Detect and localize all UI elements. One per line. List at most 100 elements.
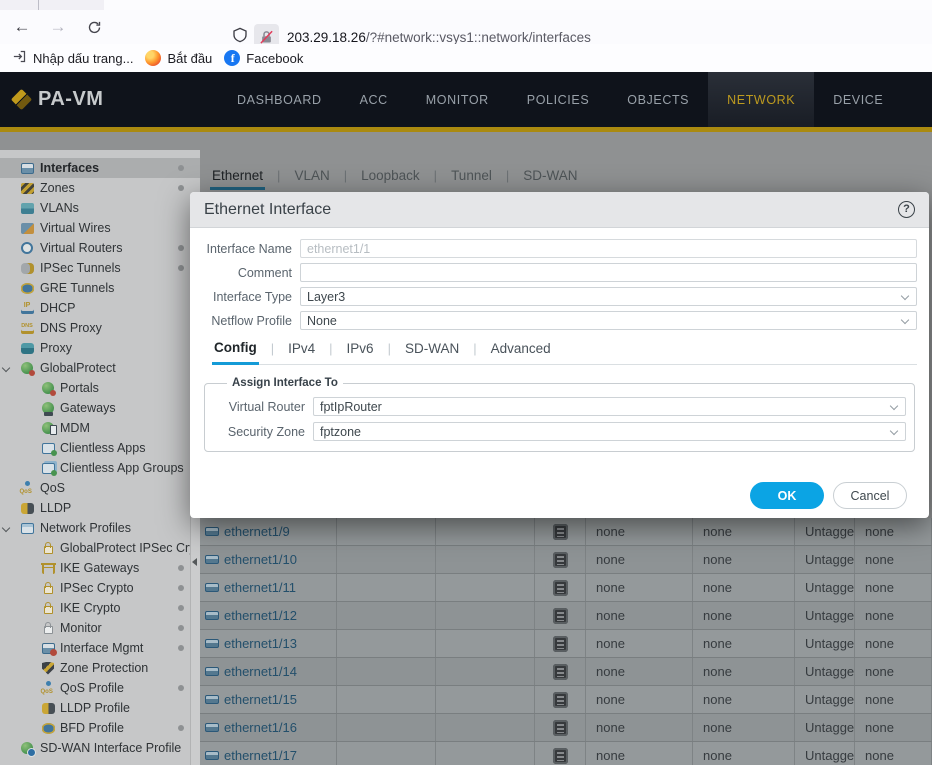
sidebar-item-gre-tunnels[interactable]: GRE Tunnels [0,278,200,298]
sidebar-item-interfaces[interactable]: Interfaces [0,158,200,178]
table-row[interactable]: ethernet1/14nonenoneUntaggednone [200,658,932,686]
sidebar-item-bfd-profile[interactable]: BFD Profile [0,718,200,738]
sidebar-item-ipsec-tunnels[interactable]: IPSec Tunnels [0,258,200,278]
dialog-tab-config[interactable]: Config [212,340,259,365]
collapse-arrow-icon[interactable] [192,558,197,566]
nav-objects[interactable]: OBJECTS [608,72,708,127]
bookmark-b-t-u[interactable]: Bắt đầu [145,50,212,66]
sidebar-item-portals[interactable]: Portals [0,378,200,398]
interface-status-icon[interactable] [553,748,568,764]
sidebar-item-ike-gateways[interactable]: IKE Gateways [0,558,200,578]
content-tabs: Ethernet|VLAN|Loopback|Tunnel|SD-WAN [210,162,579,188]
sidebar-item-interface-mgmt[interactable]: Interface Mgmt [0,638,200,658]
sidebar-item-mdm[interactable]: MDM [0,418,200,438]
nav-monitor[interactable]: MONITOR [407,72,508,127]
sidebar-item-globalprotect[interactable]: GlobalProtect [0,358,200,378]
forward-icon[interactable]: → [44,14,72,40]
sidebar-item-dhcp[interactable]: DHCP [0,298,200,318]
interface-link[interactable]: ethernet1/16 [224,720,297,735]
tab-vlan[interactable]: VLAN [292,168,331,183]
interface-type-select[interactable]: Layer3 [300,287,917,306]
interface-link[interactable]: ethernet1/10 [224,552,297,567]
sidebar-item-network-profiles[interactable]: Network Profiles [0,518,200,538]
interface-status-icon[interactable] [553,580,568,596]
sidebar-item-dns-proxy[interactable]: DNS Proxy [0,318,200,338]
sidebar-item-clientless-app-groups[interactable]: Clientless App Groups [0,458,200,478]
sidebar-item-ike-crypto[interactable]: IKE Crypto [0,598,200,618]
table-row[interactable]: ethernet1/9nonenoneUntaggednone [200,518,932,546]
sidebar-item-label: IPSec Crypto [60,581,134,595]
help-icon[interactable] [898,201,915,218]
table-row[interactable]: ethernet1/16nonenoneUntaggednone [200,714,932,742]
interface-link[interactable]: ethernet1/13 [224,636,297,651]
sidebar-item-qos-profile[interactable]: QoS Profile [0,678,200,698]
sidebar-item-clientless-apps[interactable]: Clientless Apps [0,438,200,458]
sidebar-item-lldp-profile[interactable]: LLDP Profile [0,698,200,718]
bookmark-nh-p-d-u-trang[interactable]: Nhập dấu trang... [12,49,133,67]
monitor-icon [44,626,53,634]
table-row[interactable]: ethernet1/11nonenoneUntaggednone [200,574,932,602]
interface-status-icon[interactable] [553,636,568,652]
interface-status-icon[interactable] [553,720,568,736]
dialog-tab-ipv6[interactable]: IPv6 [345,341,376,363]
interface-link[interactable]: ethernet1/12 [224,608,297,623]
sidebar-item-monitor[interactable]: Monitor [0,618,200,638]
nav-dashboard[interactable]: DASHBOARD [218,72,341,127]
chevron-down-icon[interactable] [2,364,10,372]
interface-link[interactable]: ethernet1/11 [224,580,296,595]
security-zone-select[interactable]: fptzone [313,422,906,441]
chevron-down-icon[interactable] [2,524,10,532]
tab-ethernet[interactable]: Ethernet [210,168,265,190]
dialog-tab-ipv4[interactable]: IPv4 [286,341,317,363]
table-row[interactable]: ethernet1/12nonenoneUntaggednone [200,602,932,630]
value-cell: none [693,574,795,601]
netflow-profile-select[interactable]: None [300,311,917,330]
nav-policies[interactable]: POLICIES [508,72,608,127]
table-row[interactable]: ethernet1/13nonenoneUntaggednone [200,630,932,658]
interface-status-icon[interactable] [553,664,568,680]
interface-status-icon[interactable] [553,608,568,624]
interface-link[interactable]: ethernet1/15 [224,692,297,707]
interface-status-icon[interactable] [553,552,568,568]
sidebar-item-ipsec-crypto[interactable]: IPSec Crypto [0,578,200,598]
sidebar-item-vlans[interactable]: VLANs [0,198,200,218]
tab-loopback[interactable]: Loopback [359,168,422,183]
interface-name-input[interactable]: ethernet1/1 [300,239,917,258]
value-cell: Untagged [795,546,855,573]
dialog-tab-advanced[interactable]: Advanced [489,341,553,363]
table-row[interactable]: ethernet1/15nonenoneUntaggednone [200,686,932,714]
sidebar-item-qos[interactable]: QoS [0,478,200,498]
value-cell: none [693,742,795,765]
virtual-router-select[interactable]: fptIpRouter [313,397,906,416]
back-icon[interactable]: ← [8,14,36,40]
tab-tunnel[interactable]: Tunnel [449,168,494,183]
nav-device[interactable]: DEVICE [814,72,902,127]
interface-status-icon[interactable] [553,524,568,540]
nav-network[interactable]: NETWORK [708,72,814,127]
sidebar-item-gateways[interactable]: Gateways [0,398,200,418]
dialog-tab-sd-wan[interactable]: SD-WAN [403,341,461,363]
ok-button[interactable]: OK [750,482,824,509]
sidebar-item-proxy[interactable]: Proxy [0,338,200,358]
sidebar-item-globalprotect-ipsec-crypto[interactable]: GlobalProtect IPSec Crypto [0,538,200,558]
table-row[interactable]: ethernet1/10nonenoneUntaggednone [200,546,932,574]
comment-input[interactable] [300,263,917,282]
field-label-interface-type: Interface Type [202,290,292,304]
sidebar-item-zone-protection[interactable]: Zone Protection [0,658,200,678]
reload-icon[interactable] [80,14,108,40]
sidebar-item-lldp[interactable]: LLDP [0,498,200,518]
interface-link[interactable]: ethernet1/9 [224,524,290,539]
table-row[interactable]: ethernet1/17nonenoneUntaggednone [200,742,932,765]
sidebar-item-zones[interactable]: Zones [0,178,200,198]
sidebar-item-virtual-routers[interactable]: Virtual Routers [0,238,200,258]
interface-link[interactable]: ethernet1/17 [224,748,297,763]
tab-sd-wan[interactable]: SD-WAN [521,168,579,183]
bookmark-facebook[interactable]: Facebook [224,50,303,66]
nav-acc[interactable]: ACC [341,72,407,127]
cancel-button[interactable]: Cancel [833,482,907,509]
interface-status-icon[interactable] [553,692,568,708]
sidebar-item-virtual-wires[interactable]: Virtual Wires [0,218,200,238]
sidebar-item-label: DHCP [40,301,75,315]
sidebar-item-sd-wan-interface-profile[interactable]: SD-WAN Interface Profile [0,738,200,758]
interface-link[interactable]: ethernet1/14 [224,664,297,679]
